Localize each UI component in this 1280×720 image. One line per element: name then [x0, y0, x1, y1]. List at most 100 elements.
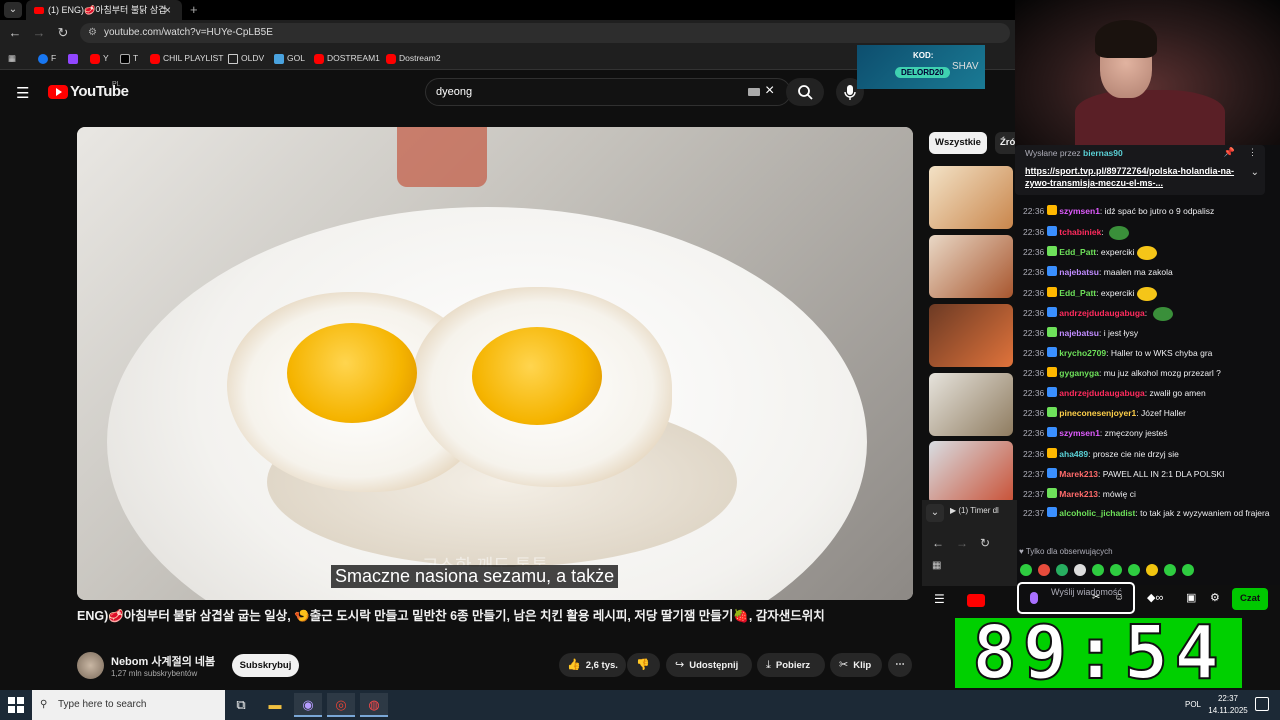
chat-message[interactable]: 22:36 aha489: prosze cie nie drzyj sie [1023, 446, 1278, 462]
chat-username[interactable]: najebatsu [1059, 328, 1099, 338]
menu-icon[interactable]: ☰ [16, 84, 29, 102]
chat-username[interactable]: aha489 [1059, 449, 1088, 459]
chat-send-button[interactable]: Czat [1232, 588, 1268, 610]
pinned-menu-icon[interactable]: ⋮ [1248, 147, 1257, 158]
obs-icon[interactable]: ◍ [360, 693, 388, 717]
chat-message[interactable]: 22:36 najebatsu: i jest łysy [1023, 325, 1278, 341]
chat-username[interactable]: najebatsu [1059, 267, 1099, 277]
channel-name[interactable]: Nebom 사계절의 네봄 [111, 653, 215, 669]
chat-message[interactable]: 22:36 najebatsu: maalen ma zakola [1023, 264, 1278, 280]
download-button[interactable]: ⤓ Pobierz [757, 653, 825, 677]
recommended-thumbnail[interactable] [929, 235, 1013, 298]
channel-avatar[interactable] [77, 652, 104, 679]
taskbar-clock[interactable]: 22:37 14.11.2025 [1208, 693, 1248, 717]
chat-message[interactable]: 22:36 andrzejdudaugabuga: [1023, 305, 1278, 321]
clear-search-icon[interactable]: × [765, 82, 774, 100]
emote-icon[interactable] [1128, 564, 1140, 576]
taskbar-search-input[interactable]: ⚲ Type here to search [32, 690, 225, 720]
reload-icon[interactable]: ↻ [980, 536, 990, 550]
chat-message[interactable]: 22:36 andrzejdudaugabuga: zwalił go amen [1023, 385, 1278, 401]
bookmark-oldv[interactable]: OLDV [228, 46, 264, 70]
emote-icon[interactable] [1092, 564, 1104, 576]
bookmark-dostream2[interactable]: Dostream2 [386, 46, 441, 70]
chat-username[interactable]: Marek213 [1059, 469, 1098, 479]
emote-icon[interactable] [1038, 564, 1050, 576]
chat-message[interactable]: 22:37 alcoholic_jichadist: to tak jak z w… [1023, 506, 1278, 536]
like-button[interactable]: 👍 2,6 tys. [559, 653, 626, 677]
share-button[interactable]: ↪ Udostępnij [666, 653, 752, 677]
chat-message[interactable]: 22:36 pineconesenjoyer1: Józef Haller [1023, 405, 1278, 421]
chat-username[interactable]: Marek213 [1059, 489, 1098, 499]
bookmark-y[interactable]: Y [90, 46, 109, 70]
youtube-play-icon[interactable] [967, 594, 985, 607]
dislike-button[interactable]: 👎 [627, 653, 660, 677]
tab-search-icon[interactable]: ⌄ [926, 504, 944, 522]
more-actions-button[interactable]: ⋯ [888, 653, 912, 677]
bookmark-chil-playlist[interactable]: CHIL PLAYLIST [150, 46, 223, 70]
url-input[interactable]: ⚙ youtube.com/watch?v=HUYe-CpLB5E [80, 23, 1010, 43]
pinned-message[interactable]: Wysłane przez biernas90 📌 ⋮ https://spor… [1015, 145, 1265, 195]
discord-icon[interactable]: ◉ [294, 693, 322, 717]
bookmark-dostream1[interactable]: DOSTREAM1 [314, 46, 380, 70]
chat-message[interactable]: 22:37 Marek213: PAWEL ALL IN 2:1 DLA POLS… [1023, 466, 1278, 482]
task-view-icon[interactable]: ⧉ [227, 693, 255, 717]
recommended-thumbnail[interactable] [929, 166, 1013, 229]
site-info-icon[interactable]: ⚙ [88, 23, 97, 43]
chat-message[interactable]: 22:36 szymsen1: idź spać bo jutro o 9 odp… [1023, 203, 1278, 219]
notifications-icon[interactable] [1255, 697, 1269, 711]
chat-username[interactable]: szymsen1 [1059, 206, 1100, 216]
chat-username[interactable]: alcoholic_jichadist [1059, 508, 1135, 518]
chat-username[interactable]: tchabiniek [1059, 227, 1101, 237]
chat-username[interactable]: pineconesenjoyer1 [1059, 408, 1136, 418]
chat-username[interactable]: andrzejdudaugabuga [1059, 308, 1144, 318]
settings-gear-icon[interactable]: ⚙ [1210, 591, 1220, 604]
chat-username[interactable]: andrzejdudaugabuga [1059, 388, 1144, 398]
forward-arrow-icon[interactable]: → [30, 24, 48, 42]
emoji-icon[interactable]: ☺ [1114, 592, 1124, 603]
tab-close-icon[interactable]: × [164, 0, 171, 20]
emote-icon[interactable] [1074, 564, 1086, 576]
chat-username[interactable]: Edd_Patt [1059, 288, 1096, 298]
rewards-icon[interactable]: ▣ [1186, 591, 1196, 604]
windows-start-icon[interactable] [8, 697, 24, 713]
recommended-thumbnail[interactable] [929, 304, 1013, 367]
recommended-thumbnail[interactable] [929, 373, 1013, 436]
reload-icon[interactable]: ↻ [54, 24, 72, 42]
emote-icon[interactable] [1164, 564, 1176, 576]
subscribe-button[interactable]: Subskrybuj [232, 654, 299, 677]
chat-username[interactable]: gyganyga [1059, 368, 1099, 378]
keyboard-icon[interactable] [748, 88, 760, 96]
search-input[interactable]: dyeong [425, 78, 791, 106]
chat-username[interactable]: Edd_Patt [1059, 247, 1096, 257]
chat-message[interactable]: 22:36 Edd_Patt: experciki [1023, 285, 1278, 301]
menu-icon[interactable]: ☰ [934, 592, 945, 606]
emote-icon[interactable] [1146, 564, 1158, 576]
chat-message[interactable]: 22:36 krycho2709: Haller to w WKS chyba g… [1023, 345, 1278, 361]
expand-chevron-icon[interactable]: ⌄ [1251, 167, 1259, 178]
recommended-thumbnail[interactable] [929, 441, 1013, 504]
bookmark-f[interactable]: F [38, 46, 56, 70]
scissors-icon[interactable]: ✂ [1092, 592, 1100, 603]
chat-username[interactable]: krycho2709 [1059, 348, 1106, 358]
pin-icon[interactable]: 📌 [1224, 147, 1235, 158]
secondary-tab[interactable]: ▶ (1) Timer dl [950, 506, 999, 515]
bookmark-t[interactable]: T [120, 46, 138, 70]
browser-tab-active[interactable]: (1) ENG)🥩아침부터 불닭 삼겹 [26, 0, 182, 20]
emote-icon[interactable] [1182, 564, 1194, 576]
search-button[interactable] [786, 78, 824, 106]
emote-icon[interactable] [1020, 564, 1032, 576]
pinned-link[interactable]: https://sport.tvp.pl/89772764/polska-hol… [1025, 165, 1250, 189]
tab-search-icon[interactable]: ⌄ [4, 2, 22, 18]
back-arrow-icon[interactable]: ← [932, 536, 944, 550]
bits-icon[interactable]: ◆∞ [1147, 591, 1163, 604]
chat-message[interactable]: 22:36 Edd_Patt: experciki [1023, 244, 1278, 260]
apps-grid-icon[interactable]: ▦ [932, 560, 941, 571]
chat-username[interactable]: szymsen1 [1059, 428, 1100, 438]
language-indicator[interactable]: POL [1185, 690, 1201, 720]
emote-icon[interactable] [1056, 564, 1068, 576]
new-tab-icon[interactable]: + [190, 0, 198, 20]
chat-message[interactable]: 22:37 Marek213: mówię ci [1023, 486, 1278, 502]
chat-message[interactable]: 22:36 gyganyga: mu juz alkohol mozg przez… [1023, 365, 1278, 381]
file-explorer-icon[interactable]: ▬ [261, 693, 289, 717]
bookmark-gol[interactable]: GOL [274, 46, 305, 70]
